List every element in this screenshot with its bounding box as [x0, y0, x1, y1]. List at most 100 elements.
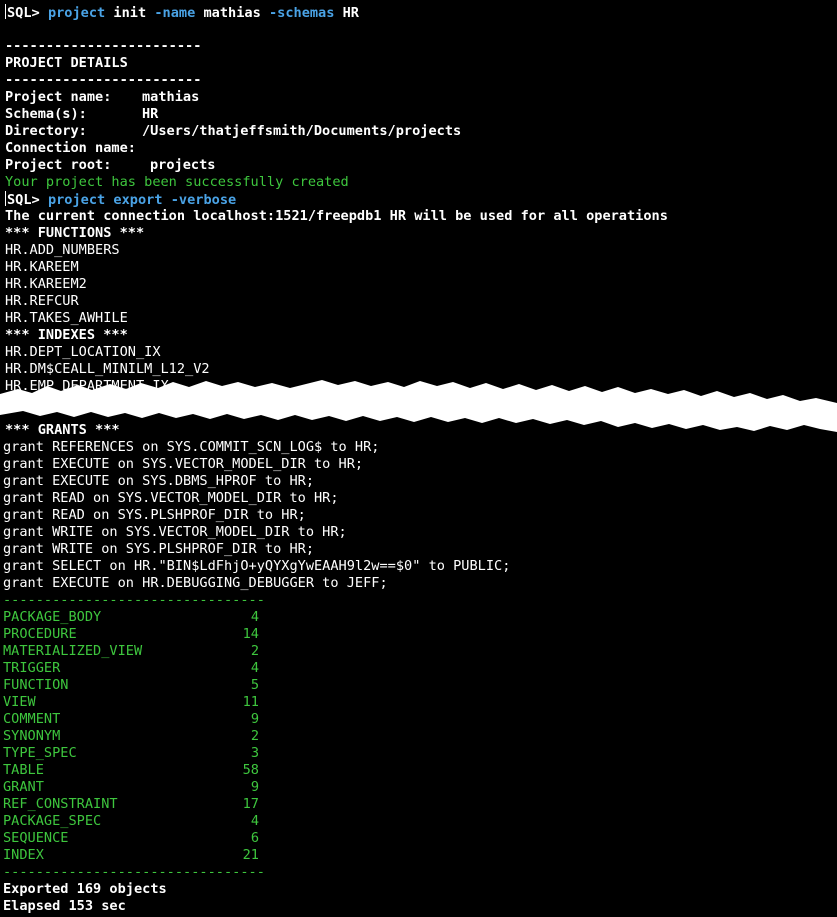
function-item: HR.KAREEM [5, 259, 79, 275]
summary-separator: -------------------------------- [3, 592, 265, 608]
grant-line: grant WRITE on SYS.VECTOR_MODEL_DIR to H… [3, 524, 347, 540]
detail-key: Project root: [5, 157, 112, 173]
summary-count: 5 [250, 677, 259, 693]
cmd-word: export [113, 192, 163, 208]
function-item: HR.ADD_NUMBERS [5, 242, 120, 258]
detail-value: HR [142, 106, 159, 122]
grant-line: grant REFERENCES on SYS.COMMIT_SCN_LOG$ … [3, 439, 380, 455]
summary-type: GRANT [3, 779, 44, 795]
grant-line: grant READ on SYS.PLSHPROF_DIR to HR; [3, 507, 306, 523]
terminal-window[interactable]: SQL> project init -name mathias -schemas… [0, 0, 837, 917]
cursor-marker [5, 191, 6, 206]
connection-line: The current connection localhost:1521/fr… [5, 208, 668, 224]
summary-type: PACKAGE_BODY [3, 609, 102, 625]
summary-count: 2 [250, 728, 259, 744]
details-separator: ------------------------ [5, 38, 202, 54]
summary-count: 11 [242, 694, 259, 710]
summary-count: 6 [250, 830, 259, 846]
detail-project-root: Project root: projects [5, 157, 215, 174]
summary-type: TYPE_SPEC [3, 745, 77, 761]
cmd-arg: HR [342, 5, 359, 21]
summary-separator: -------------------------------- [3, 864, 265, 880]
cmd-word: project [47, 5, 106, 21]
summary-count: 21 [242, 847, 259, 863]
torn-paper-overlay [0, 380, 837, 432]
summary-count: 4 [250, 609, 259, 625]
function-item: HR.KAREEM2 [5, 276, 87, 292]
summary-row: REF_CONSTRAINT 17 [3, 796, 259, 813]
indexes-header: *** INDEXES *** [5, 327, 128, 343]
summary-count: 14 [242, 626, 259, 642]
detail-value: projects [150, 157, 216, 173]
success-message: Your project has been successfully creat… [5, 174, 349, 190]
cmd-flag: -verbose [170, 192, 237, 208]
summary-type: MATERIALIZED_VIEW [3, 643, 143, 659]
grant-line: grant EXECUTE on HR.DEBUGGING_DEBUGGER t… [3, 575, 388, 591]
detail-value: mathias [142, 89, 200, 105]
detail-value: /Users/thatjeffsmith/Documents/projects [142, 123, 462, 139]
exported-count: Exported 169 objects [3, 881, 167, 897]
cmd-word: init [113, 5, 147, 21]
summary-row: TABLE 58 [3, 762, 259, 779]
sql-prompt: SQL> [7, 5, 40, 21]
detail-schemas: Schema(s): HR [5, 106, 158, 123]
details-separator: ------------------------ [5, 72, 202, 88]
summary-type: VIEW [3, 694, 36, 710]
summary-type: TABLE [3, 762, 44, 778]
cmd-arg: mathias [203, 5, 261, 21]
command-line-export: SQL> project export -verbose [5, 191, 236, 208]
summary-type: COMMENT [3, 711, 61, 727]
summary-row: VIEW 11 [3, 694, 259, 711]
elapsed-time: Elapsed 153 sec [3, 898, 126, 914]
detail-key: Directory: [5, 123, 87, 139]
sql-prompt: SQL> [7, 192, 40, 208]
summary-row: PROCEDURE 14 [3, 626, 259, 643]
summary-count: 3 [250, 745, 259, 761]
summary-type: PACKAGE_SPEC [3, 813, 102, 829]
cmd-flag: -schemas [268, 5, 335, 21]
summary-count: 9 [250, 711, 259, 727]
summary-type: SEQUENCE [3, 830, 69, 846]
grant-line: grant SELECT on HR."BIN$LdFhjO+yQYXgYwEA… [3, 558, 511, 574]
summary-row: INDEX 21 [3, 847, 259, 864]
detail-connection-name: Connection name: [5, 140, 136, 157]
grant-line: grant WRITE on SYS.PLSHPROF_DIR to HR; [3, 541, 314, 557]
command-line-init: SQL> project init -name mathias -schemas… [5, 4, 359, 21]
detail-project-name: Project name: mathias [5, 89, 199, 106]
grant-line: grant READ on SYS.VECTOR_MODEL_DIR to HR… [3, 490, 339, 506]
summary-row: TYPE_SPEC 3 [3, 745, 259, 762]
summary-count: 9 [250, 779, 259, 795]
summary-type: FUNCTION [3, 677, 69, 693]
cursor-marker [5, 4, 6, 19]
function-item: HR.TAKES_AWHILE [5, 310, 128, 326]
summary-type: INDEX [3, 847, 44, 863]
summary-count: 17 [242, 796, 259, 812]
summary-count: 4 [250, 813, 259, 829]
summary-row: GRANT 9 [3, 779, 259, 796]
details-header: PROJECT DETAILS [5, 55, 128, 71]
cmd-flag: -name [154, 5, 196, 21]
detail-directory: Directory: /Users/thatjeffsmith/Documents… [5, 123, 461, 140]
summary-row: FUNCTION 5 [3, 677, 259, 694]
functions-header: *** FUNCTIONS *** [5, 225, 145, 241]
summary-row: TRIGGER 4 [3, 660, 259, 677]
summary-type: SYNONYM [3, 728, 61, 744]
summary-row: SEQUENCE 6 [3, 830, 259, 847]
detail-key: Project name: [5, 89, 112, 105]
grant-line: grant EXECUTE on SYS.DBMS_HPROF to HR; [3, 473, 314, 489]
summary-type: REF_CONSTRAINT [3, 796, 118, 812]
summary-type: TRIGGER [3, 660, 61, 676]
summary-row: SYNONYM 2 [3, 728, 259, 745]
detail-key: Connection name: [5, 140, 136, 156]
summary-count: 2 [250, 643, 259, 659]
summary-row: COMMENT 9 [3, 711, 259, 728]
summary-row: MATERIALIZED_VIEW 2 [3, 643, 259, 660]
summary-row: PACKAGE_SPEC 4 [3, 813, 259, 830]
grant-line: grant EXECUTE on SYS.VECTOR_MODEL_DIR to… [3, 456, 364, 472]
summary-row: PACKAGE_BODY 4 [3, 609, 259, 626]
index-item: HR.DEPT_LOCATION_IX [5, 344, 161, 360]
detail-key: Schema(s): [5, 106, 87, 122]
summary-count: 4 [250, 660, 259, 676]
summary-type: PROCEDURE [3, 626, 77, 642]
cmd-word: project [47, 192, 106, 208]
